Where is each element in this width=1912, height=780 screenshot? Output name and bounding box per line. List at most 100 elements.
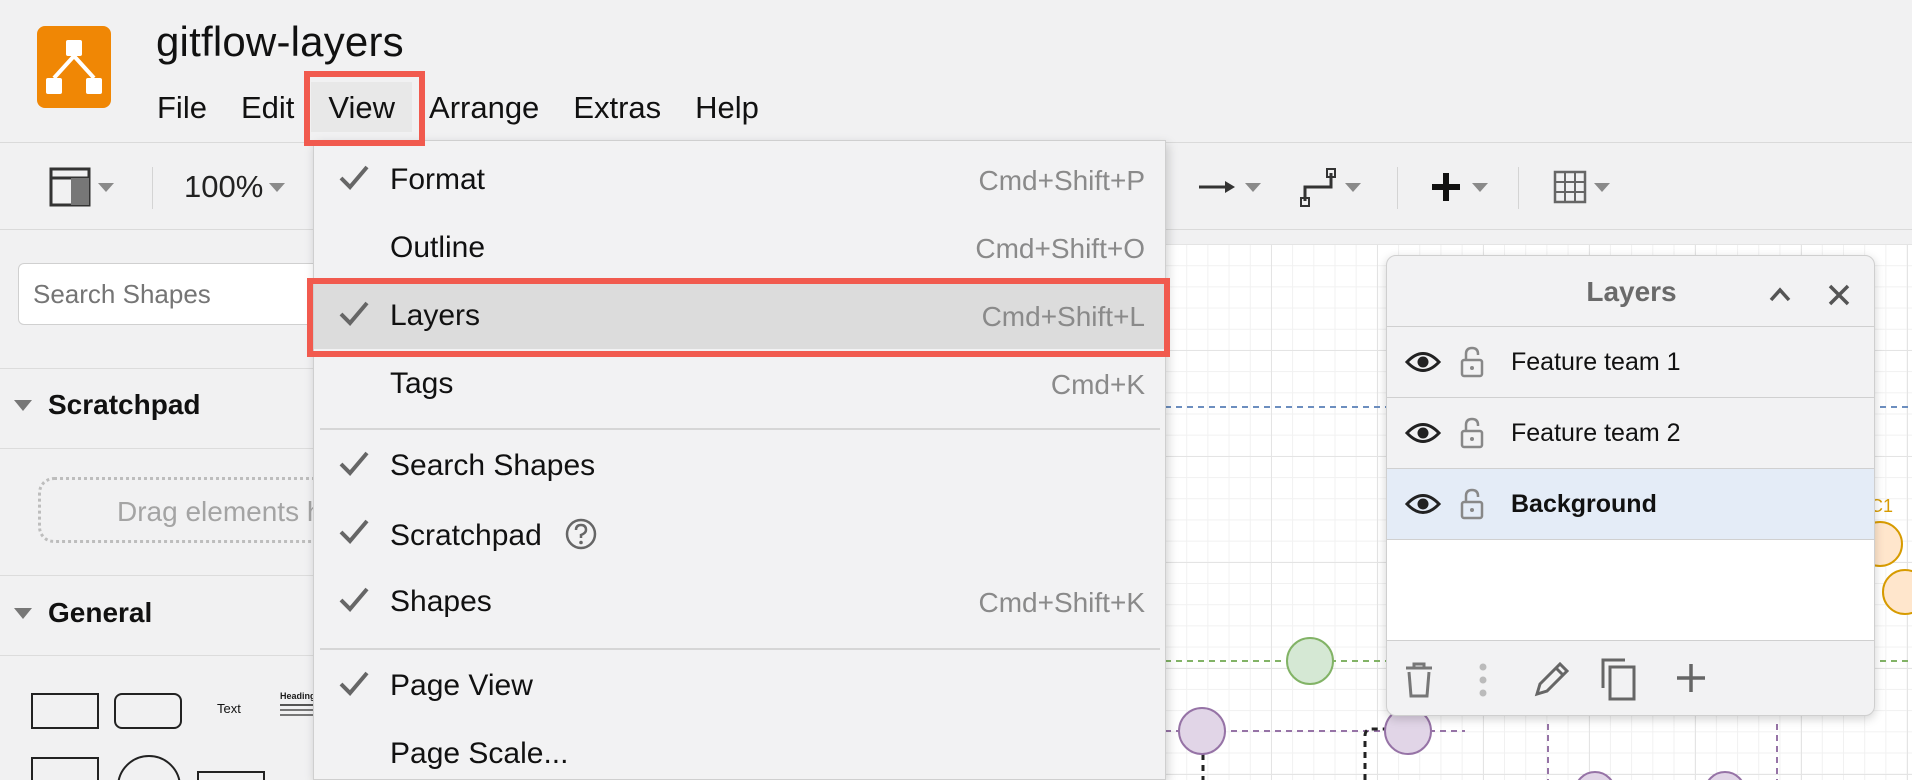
check-icon (339, 451, 369, 476)
check-icon (339, 165, 369, 190)
menu-item-outline[interactable]: Outline Cmd+Shift+O (314, 213, 1165, 281)
process-shape[interactable] (197, 771, 265, 780)
sidebar-divider (0, 448, 320, 449)
layers-panel-title: Layers (1586, 276, 1677, 307)
menu-file[interactable]: File (140, 82, 224, 132)
layers-item-highlight (307, 278, 1170, 357)
unlock-icon[interactable] (1459, 345, 1485, 379)
menu-edit[interactable]: Edit (224, 82, 311, 132)
menu-separator (320, 648, 1160, 650)
scratchpad-menu-text: Scratchpad (390, 519, 542, 552)
document-title[interactable]: gitflow-layers (156, 18, 404, 66)
eye-icon[interactable] (1405, 420, 1441, 446)
zoom-value: 100% (184, 169, 264, 204)
scratchpad-drop-zone[interactable]: Drag elements here (38, 477, 338, 543)
menu-item-scratchpad[interactable]: Scratchpad (314, 499, 1165, 567)
menu-help[interactable]: Help (678, 82, 776, 132)
layer-name: Feature team 1 (1511, 348, 1681, 376)
shortcut-label: Cmd+Shift+P (978, 165, 1145, 196)
duplicate-icon[interactable] (1597, 656, 1639, 702)
chevron-down-icon (98, 182, 114, 192)
unlock-icon[interactable] (1459, 416, 1485, 450)
circle-shape[interactable] (117, 755, 181, 780)
layers-panel-footer (1387, 642, 1874, 715)
layer-row-selected[interactable]: Background (1387, 469, 1874, 540)
layer-row[interactable]: Feature team 2 (1387, 398, 1874, 469)
format-panel-icon (49, 167, 91, 207)
menu-item-label: Outline (390, 231, 486, 264)
arrow-right-icon (1199, 181, 1235, 193)
chevron-down-icon (1472, 182, 1488, 192)
menu-separator (320, 428, 1160, 430)
eye-icon[interactable] (1405, 349, 1441, 375)
eye-icon[interactable] (1405, 491, 1441, 517)
menu-item-label: Tags (390, 367, 454, 400)
chevron-down-icon (1245, 182, 1261, 192)
more-vertical-icon[interactable] (1477, 660, 1489, 700)
toolbar-divider (1518, 167, 1519, 209)
pencil-icon[interactable] (1531, 658, 1571, 700)
view-menu-dropdown: Format Cmd+Shift+P Outline Cmd+Shift+O L… (313, 140, 1166, 780)
caret-down-icon (14, 607, 32, 619)
layer-row[interactable]: Feature team 1 (1387, 327, 1874, 398)
text-shape[interactable]: Text (217, 701, 241, 716)
waypoints-button[interactable] (1299, 163, 1361, 211)
table-button[interactable] (1552, 163, 1610, 211)
heading-shape-line (280, 709, 316, 711)
sidebar-divider (0, 655, 320, 656)
drawio-logo-icon[interactable] (37, 26, 111, 108)
menu-item-label: Search Shapes (390, 449, 596, 482)
menu-arrange[interactable]: Arrange (412, 82, 556, 132)
menu-item-search-shapes[interactable]: Search Shapes (314, 431, 1165, 499)
general-section-header[interactable]: General (14, 597, 152, 629)
help-icon[interactable] (564, 517, 598, 551)
drag-hint: Drag elements here (117, 496, 335, 527)
menu-item-page-view[interactable]: Page View (314, 651, 1165, 719)
menu-item-label: Scratchpad (390, 517, 598, 553)
zoom-dropdown[interactable]: 100% (184, 163, 286, 211)
general-label: General (48, 597, 153, 628)
heading-shape-line (280, 714, 316, 716)
layer-name: Feature team 2 (1511, 419, 1681, 447)
caret-down-icon (14, 399, 32, 411)
waypoint-icon (1300, 168, 1336, 207)
menu-item-tags[interactable]: Tags Cmd+K (314, 349, 1165, 417)
layers-panel: Layers Feature team 1 Feature team 2 Bac… (1386, 255, 1875, 716)
rounded-rectangle-shape[interactable] (114, 693, 182, 729)
view-menu-highlight (304, 71, 425, 146)
shortcut-label: Cmd+K (1050, 369, 1145, 400)
close-icon[interactable] (1824, 280, 1854, 310)
rectangle-shape[interactable] (31, 693, 99, 729)
trash-icon[interactable] (1403, 660, 1435, 700)
square-shape[interactable] (31, 757, 99, 780)
heading-shape-line (280, 704, 316, 706)
chevron-down-icon (269, 182, 286, 192)
layers-list: Feature team 1 Feature team 2 Background (1387, 326, 1874, 641)
menu-item-page-scale[interactable]: Page Scale... (314, 719, 1165, 779)
check-icon (339, 587, 369, 612)
chevron-down-icon (1594, 182, 1610, 192)
format-panel-toggle[interactable] (48, 163, 114, 211)
check-icon (339, 671, 369, 696)
menu-item-format[interactable]: Format Cmd+Shift+P (314, 145, 1165, 213)
menubar: File Edit View Arrange Extras Help (140, 82, 776, 132)
sidebar-divider (0, 368, 320, 369)
table-icon (1553, 170, 1587, 204)
scratchpad-section-header[interactable]: Scratchpad (14, 389, 201, 421)
collapse-icon[interactable] (1765, 280, 1795, 310)
menu-item-label: Format (390, 163, 486, 196)
insert-button[interactable] (1426, 163, 1488, 211)
add-layer-icon[interactable] (1673, 660, 1709, 696)
connection-style-button[interactable] (1197, 163, 1261, 211)
search-shapes-input[interactable] (18, 263, 320, 325)
chevron-down-icon (1345, 182, 1361, 192)
menu-extras[interactable]: Extras (556, 82, 678, 132)
plus-icon (1432, 173, 1460, 201)
unlock-icon[interactable] (1459, 487, 1485, 521)
menu-item-shapes[interactable]: Shapes Cmd+Shift+K (314, 567, 1165, 635)
shortcut-label: Cmd+Shift+K (978, 587, 1145, 618)
menu-item-label: Shapes (390, 585, 492, 618)
shortcut-label: Cmd+Shift+O (975, 233, 1145, 264)
menu-item-label: Page View (390, 669, 533, 702)
toolbar-divider (152, 167, 153, 209)
